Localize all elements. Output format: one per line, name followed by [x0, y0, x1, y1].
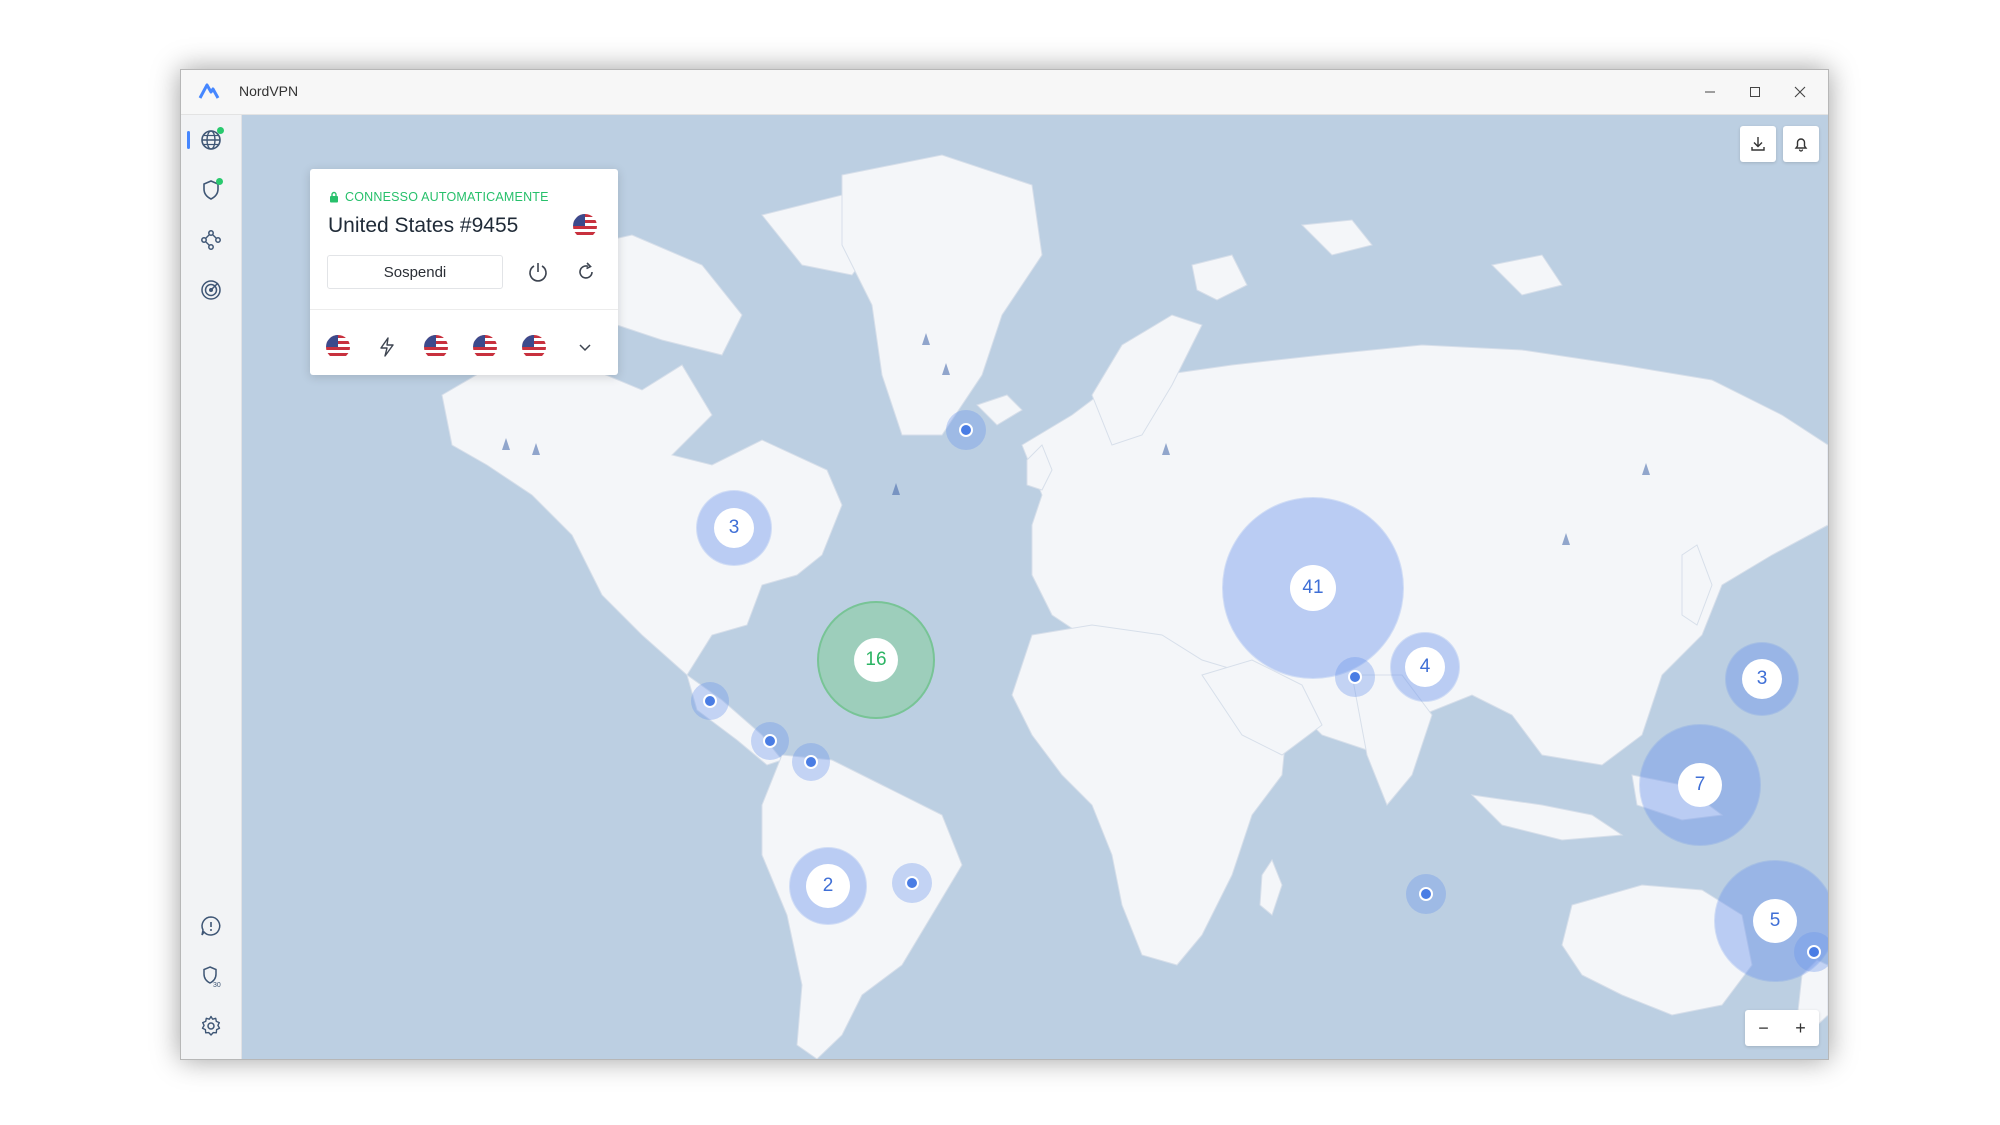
server-cluster-usa[interactable]: 16 — [817, 601, 935, 719]
zoom-controls: − + — [1745, 1010, 1819, 1046]
app-window: NordVPN 30 3 16 41 4 3 7 5 2 − + CONNESS… — [180, 69, 1829, 1060]
pin-dot — [959, 423, 973, 437]
close-icon — [1794, 86, 1806, 98]
server-cluster-middle-east[interactable]: 4 — [1391, 633, 1459, 701]
zoom-out-button[interactable]: − — [1745, 1010, 1782, 1046]
sidebar-item-settings[interactable] — [196, 1011, 226, 1041]
connection-status-label: CONNESSO AUTOMATICAMENTE — [345, 190, 549, 204]
window-title: NordVPN — [239, 83, 299, 99]
active-indicator — [187, 131, 190, 149]
server-cluster-canada[interactable]: 3 — [697, 491, 771, 565]
minimize-button[interactable] — [1687, 70, 1733, 114]
download-button[interactable] — [1740, 126, 1776, 162]
help-icon — [201, 916, 221, 936]
world-map[interactable]: 3 16 41 4 3 7 5 2 − + CONNESSO AUTOMATIC… — [242, 115, 1828, 1059]
download-icon — [1751, 137, 1765, 151]
maximize-button[interactable] — [1732, 70, 1778, 114]
pin-dot — [905, 876, 919, 890]
pin-dot — [1419, 887, 1433, 901]
quick-connect-us-1[interactable] — [324, 333, 352, 361]
server-pin-mexico[interactable] — [691, 682, 729, 720]
reconnect-button[interactable] — [572, 258, 600, 286]
pin-dot — [1807, 945, 1821, 959]
server-pin-iceland[interactable] — [946, 410, 986, 450]
sidebar-item-dark-web-monitor[interactable] — [196, 275, 226, 305]
lock-icon — [330, 191, 338, 203]
cluster-count: 16 — [854, 638, 898, 682]
quick-connect-us-4[interactable] — [520, 333, 548, 361]
cluster-count: 5 — [1753, 899, 1797, 943]
sidebar-item-threat-protection[interactable] — [196, 175, 226, 205]
us-flag — [424, 335, 448, 359]
cluster-count: 3 — [1742, 659, 1782, 699]
shield-30-icon: 30 — [203, 966, 221, 988]
us-flag — [573, 214, 597, 238]
server-cluster-south-america[interactable]: 2 — [790, 848, 866, 924]
meshnet-icon — [201, 230, 221, 250]
panel-divider — [310, 309, 618, 310]
gear-icon — [201, 1015, 221, 1036]
sidebar-item-protection-30[interactable]: 30 — [196, 961, 226, 991]
pause-button[interactable]: Sospendi — [327, 255, 503, 289]
svg-text:30: 30 — [213, 982, 221, 988]
cluster-count: 7 — [1678, 763, 1722, 807]
server-pin-south-africa[interactable] — [1406, 874, 1446, 914]
us-flag — [522, 335, 546, 359]
us-flag — [473, 335, 497, 359]
server-pin-uae[interactable] — [1335, 657, 1375, 697]
close-button[interactable] — [1777, 70, 1823, 114]
nordvpn-logo-icon — [198, 83, 220, 99]
cluster-count: 3 — [714, 508, 754, 548]
cluster-count: 41 — [1290, 565, 1336, 611]
lightning-icon — [380, 337, 394, 357]
maximize-icon — [1750, 87, 1760, 97]
status-dot — [217, 127, 224, 134]
cluster-count: 4 — [1405, 647, 1445, 687]
connection-status: CONNESSO AUTOMATICAMENTE — [329, 190, 549, 204]
zoom-in-button[interactable]: + — [1782, 1010, 1819, 1046]
title-bar: NordVPN — [181, 70, 1828, 115]
refresh-icon — [579, 262, 593, 279]
quick-connect-fastest[interactable] — [373, 333, 401, 361]
status-dot — [216, 178, 223, 185]
chevron-down-icon — [579, 344, 591, 352]
server-pin-new-zealand[interactable] — [1794, 932, 1828, 972]
target-icon — [201, 280, 221, 300]
server-pin-colombia[interactable] — [792, 743, 830, 781]
connection-panel: CONNESSO AUTOMATICAMENTE United States #… — [310, 169, 618, 375]
sidebar-item-meshnet[interactable] — [196, 225, 226, 255]
pin-dot — [763, 734, 777, 748]
quick-connect-us-3[interactable] — [471, 333, 499, 361]
us-flag — [326, 335, 350, 359]
quick-connect-us-2[interactable] — [422, 333, 450, 361]
sidebar-item-help[interactable] — [196, 911, 226, 941]
power-icon — [529, 263, 547, 282]
server-cluster-east-asia[interactable]: 3 — [1726, 643, 1798, 715]
sidebar: 30 — [181, 115, 242, 1059]
notifications-button[interactable] — [1783, 126, 1819, 162]
minimize-icon — [1705, 91, 1715, 93]
server-cluster-southeast-asia[interactable]: 7 — [1640, 725, 1760, 845]
quick-connect-expand[interactable] — [571, 333, 599, 361]
disconnect-button[interactable] — [524, 258, 552, 286]
server-pin-central-america[interactable] — [751, 722, 789, 760]
cluster-count: 2 — [806, 864, 850, 908]
server-name: United States #9455 — [328, 214, 519, 237]
pin-dot — [703, 694, 717, 708]
pin-dot — [1348, 670, 1362, 684]
bell-icon — [1794, 138, 1808, 152]
server-pin-brazil[interactable] — [892, 863, 932, 903]
pin-dot — [804, 755, 818, 769]
server-cluster-europe[interactable]: 41 — [1223, 498, 1403, 678]
sidebar-item-countries[interactable] — [196, 125, 226, 155]
